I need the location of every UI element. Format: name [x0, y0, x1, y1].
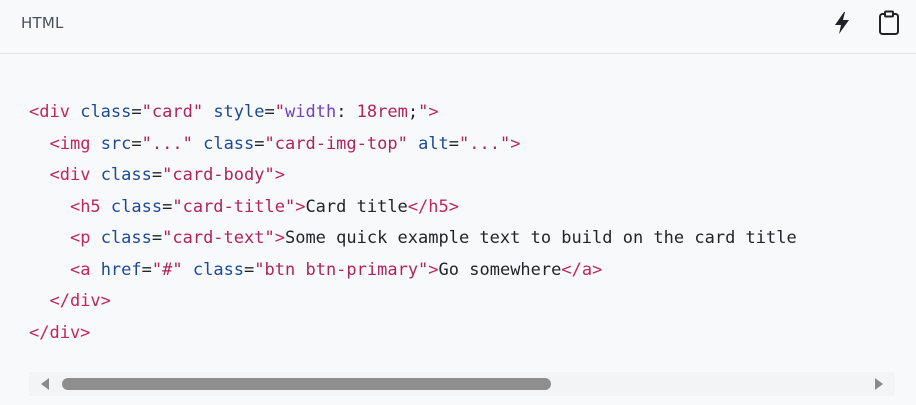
clipboard-icon — [878, 10, 900, 40]
copy-button[interactable] — [876, 10, 902, 40]
code-line: <p class="card-text">Some quick example … — [29, 223, 909, 255]
code-token-txt: Go somewhere — [438, 259, 562, 280]
code-token-attr: class — [100, 165, 152, 185]
code-token-tag: > — [510, 133, 521, 154]
code-token-tag: <a — [69, 259, 91, 280]
code-token-str: "card-title" — [172, 196, 296, 217]
code-line: <img src="..." class="card-img-top" alt=… — [29, 129, 909, 161]
code-token-attr: class — [100, 228, 152, 248]
code-token-attr: href — [100, 259, 142, 280]
code-example-block: HTML <div class="card" style="width: 18r… — [0, 0, 916, 405]
code-token-txt: = — [264, 102, 275, 122]
code-token-str: "card" — [141, 102, 204, 122]
horizontal-scrollbar[interactable] — [29, 372, 895, 396]
code-token-attr: alt — [418, 133, 449, 154]
code-token-str: "..." — [141, 133, 193, 154]
scroll-right-arrow-icon[interactable] — [875, 378, 883, 390]
code-token-str: "card-img-top" — [264, 133, 408, 154]
code-token-str: "card-text" — [162, 228, 275, 248]
code-token-prop: width — [285, 102, 337, 122]
code-token-txt: = — [162, 196, 173, 217]
code-token-str: 18rem — [356, 102, 408, 122]
code-token-tag: > — [295, 196, 306, 217]
code-token-txt: ; — [407, 102, 419, 122]
code-line: </div> — [29, 318, 909, 350]
code-token-txt: = — [151, 228, 163, 248]
code-token-tag: <p — [69, 228, 91, 248]
code-token-txt: = — [131, 133, 142, 154]
code-token-tag: <div — [49, 165, 91, 185]
code-token-tag: </a> — [561, 259, 603, 280]
code-token-tag: </div> — [29, 322, 91, 343]
code-line: <h5 class="card-title">Card title</h5> — [29, 192, 909, 224]
scroll-left-arrow-icon[interactable] — [41, 378, 49, 390]
code-token-str: "#" — [151, 259, 183, 280]
code-token-attr: class — [110, 196, 163, 217]
code-line: <div class="card-body"> — [29, 160, 909, 192]
code-token-tag: > — [274, 165, 285, 185]
code-token-tag: > — [428, 259, 439, 280]
code-token-attr: class — [80, 102, 132, 122]
code-token-txt: Card title — [305, 196, 408, 217]
code-token-tag: <div — [29, 102, 70, 122]
scrollbar-thumb[interactable] — [62, 378, 551, 390]
code-token-tag: > — [274, 228, 285, 248]
code-token-attr: style — [213, 102, 265, 122]
code-token-attr: class — [192, 259, 245, 280]
code-token-txt: = — [141, 259, 152, 280]
code-token-txt: = — [448, 133, 460, 154]
code-line: </div> — [29, 286, 909, 318]
code-token-tag: <img — [49, 133, 91, 154]
lightning-icon — [833, 11, 851, 39]
code-token-txt: : — [336, 102, 357, 122]
code-token-str: "btn btn-primary" — [254, 259, 429, 280]
code-block-header: HTML — [0, 0, 916, 54]
code-token-str: " — [418, 102, 429, 122]
code-token-txt: = — [254, 133, 265, 154]
code-token-tag: </h5> — [407, 196, 459, 217]
code-line: <div class="card" style="width: 18rem;"> — [29, 97, 909, 129]
code-token-tag: <h5 — [69, 196, 101, 217]
code-line: <a href="#" class="btn btn-primary">Go s… — [29, 255, 909, 287]
code-token-txt: Some quick example text to build on the … — [284, 228, 797, 248]
code-token-attr: class — [203, 133, 255, 154]
code-content[interactable]: <div class="card" style="width: 18rem;">… — [29, 97, 909, 349]
code-token-attr: src — [100, 133, 132, 154]
code-token-str: " — [274, 102, 285, 122]
code-token-str: "..." — [459, 133, 511, 154]
language-label: HTML — [21, 14, 64, 32]
run-button[interactable] — [829, 12, 855, 38]
code-token-tag: </div> — [49, 291, 111, 311]
code-token-tag: > — [428, 102, 439, 122]
code-token-txt: = — [244, 259, 255, 280]
code-token-txt: = — [131, 102, 142, 122]
code-token-txt: = — [151, 165, 163, 185]
code-token-str: "card-body" — [162, 165, 275, 185]
